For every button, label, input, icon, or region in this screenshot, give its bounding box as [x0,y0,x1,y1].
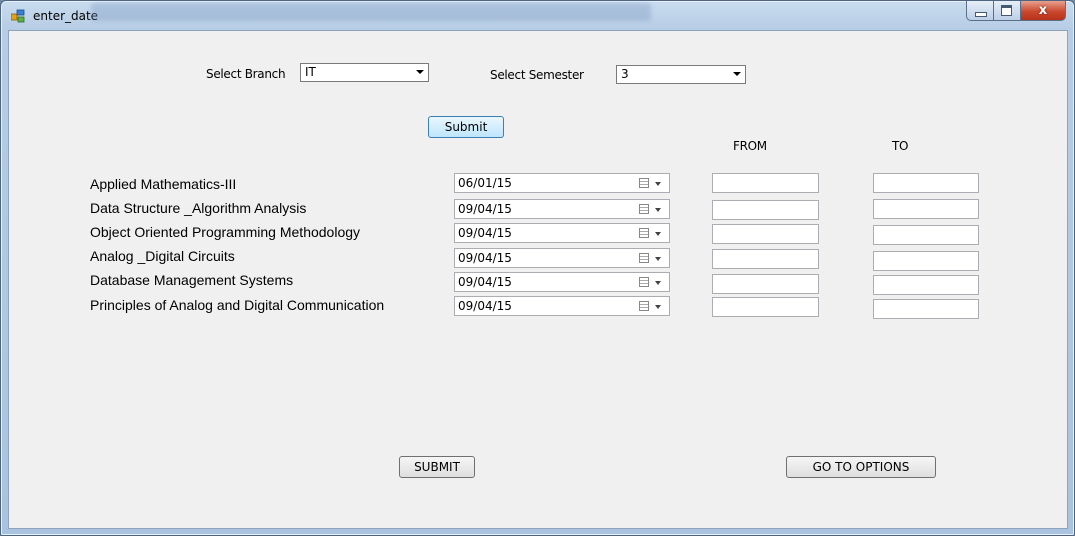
semester-value: 3 [621,67,629,81]
exam-date-picker[interactable]: 09/04/15 [454,223,670,243]
chevron-down-icon [655,257,661,261]
minimize-button[interactable] [966,1,994,21]
chevron-down-icon [655,305,661,309]
app-window: enter_date x Select Branch IT Select Sem… [0,0,1075,536]
maximize-icon [1001,5,1012,16]
go-to-options-button[interactable]: GO TO OPTIONS [786,456,936,478]
calendar-icon[interactable] [639,301,649,311]
form-client-area: Select Branch IT Select Semester 3 Submi… [8,30,1068,529]
from-time-input[interactable] [712,297,819,317]
chevron-down-icon [655,182,661,186]
from-time-input[interactable] [712,224,819,244]
app-icon [11,9,25,23]
title-bar[interactable]: enter_date x [1,1,1074,31]
date-value: 09/04/15 [458,299,512,313]
from-time-input[interactable] [712,200,819,220]
calendar-icon[interactable] [639,178,649,188]
subject-label: Database Management Systems [90,272,294,288]
semester-label: Select Semester [490,68,584,82]
from-time-input[interactable] [712,249,819,269]
window-controls: x [966,1,1066,21]
calendar-icon[interactable] [639,204,649,214]
to-column-header: TO [892,139,909,153]
title-backdrop [91,3,651,21]
subject-label: Principles of Analog and Digital Communi… [90,297,385,313]
filter-submit-button[interactable]: Submit [428,116,504,138]
from-time-input[interactable] [712,173,819,193]
exam-date-picker[interactable]: 09/04/15 [454,272,670,292]
date-value: 09/04/15 [458,226,512,240]
branch-value: IT [305,65,316,79]
chevron-down-icon [655,208,661,212]
branch-label: Select Branch [206,67,286,81]
submit-button[interactable]: SUBMIT [399,456,475,478]
semester-select[interactable]: 3 [616,65,746,84]
calendar-icon[interactable] [639,253,649,263]
calendar-icon[interactable] [639,228,649,238]
exam-date-picker[interactable]: 09/04/15 [454,248,670,268]
to-time-input[interactable] [873,251,979,271]
chevron-down-icon [416,70,424,74]
to-time-input[interactable] [873,299,979,319]
date-value: 09/04/15 [458,251,512,265]
date-value: 09/04/15 [458,275,512,289]
from-time-input[interactable] [712,274,819,294]
close-icon: x [1038,3,1048,18]
to-time-input[interactable] [873,173,979,193]
chevron-down-icon [733,72,741,76]
branch-select[interactable]: IT [300,63,429,82]
subject-label: Applied Mathematics-III [90,176,237,192]
subject-label: Analog _Digital Circuits [90,248,235,264]
to-time-input[interactable] [873,275,979,295]
maximize-button[interactable] [994,1,1021,21]
minimize-icon [975,12,987,17]
date-value: 09/04/15 [458,202,512,216]
from-column-header: FROM [733,139,767,153]
exam-date-picker[interactable]: 06/01/15 [454,173,670,193]
calendar-icon[interactable] [639,277,649,287]
to-time-input[interactable] [873,199,979,219]
subject-label: Object Oriented Programming Methodology [90,224,361,240]
chevron-down-icon [655,281,661,285]
subject-label: Data Structure _Algorithm Analysis [90,200,307,216]
to-time-input[interactable] [873,225,979,245]
window-title: enter_date [33,9,99,23]
date-value: 06/01/15 [458,176,512,190]
chevron-down-icon [655,232,661,236]
close-button[interactable]: x [1021,1,1066,21]
exam-date-picker[interactable]: 09/04/15 [454,199,670,219]
exam-date-picker[interactable]: 09/04/15 [454,296,670,316]
